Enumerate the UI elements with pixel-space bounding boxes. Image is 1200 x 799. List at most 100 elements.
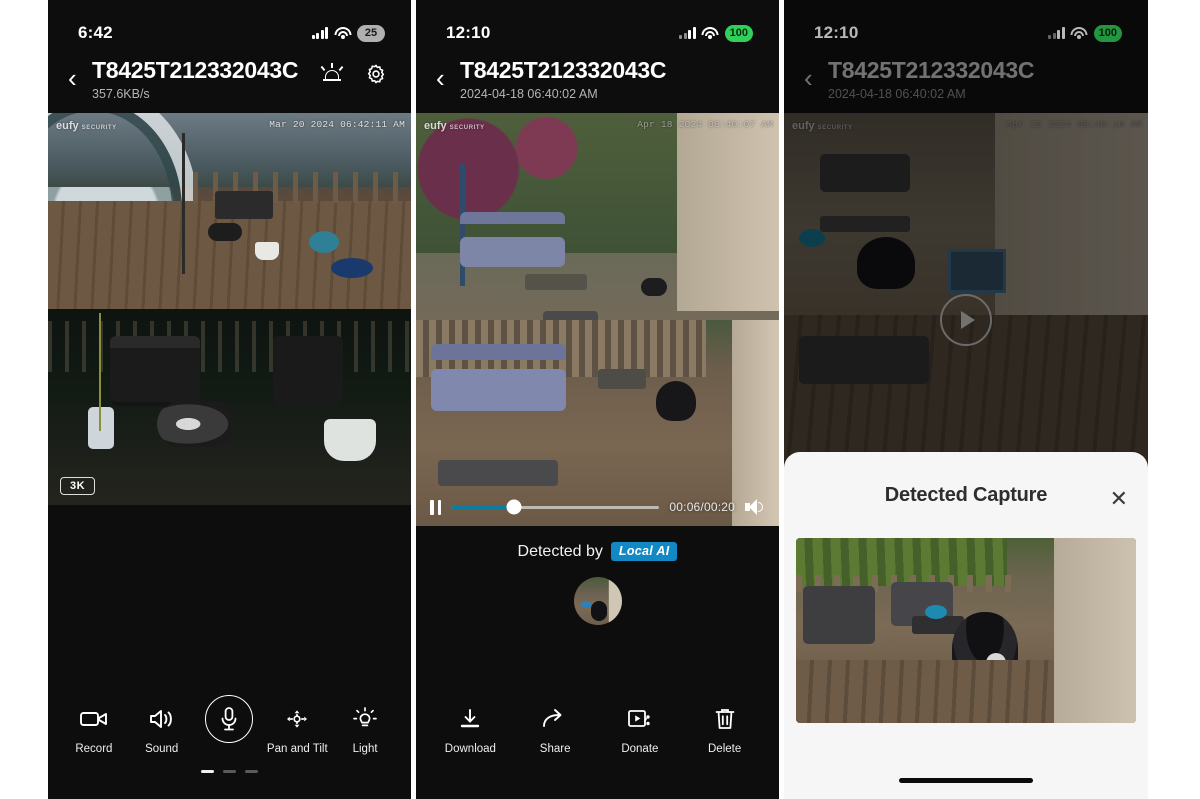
page-dot-2[interactable] [223,770,236,773]
sheet-title: Detected Capture [884,483,1048,506]
capture-siding [1054,538,1136,723]
microphone-icon[interactable] [205,695,254,743]
record-button[interactable]: Record [60,704,128,755]
eufy-watermark: eufy SECURITY [424,120,485,132]
speaker-icon[interactable] [745,498,765,516]
nav-bar-1: ‹ T8425T212332043C 357.6KB/s [48,52,411,113]
scene-dog-upper [641,278,668,297]
thumb-dog [590,601,607,621]
pan-tilt-label: Pan and Tilt [266,743,328,755]
battery-badge: 25 [357,24,385,42]
local-ai-badge: Local AI [610,542,678,561]
progress-knob[interactable] [506,499,522,515]
sound-label: Sound [145,743,179,755]
scene-planter-b [309,230,340,253]
sound-button[interactable]: Sound [128,704,196,755]
scene-tank [87,407,114,449]
scene-stem [98,312,101,431]
progress-fill [451,505,514,509]
scene-sofa [459,236,565,267]
eufy-watermark: eufy SECURITY [56,120,117,132]
close-icon[interactable]: ✕ [1110,488,1128,510]
gear-icon[interactable] [365,63,387,85]
detected-by-section: Detected by Local AI [416,526,779,625]
capture-chair-left [802,586,875,645]
status-time: 6:42 [78,23,113,42]
page-indicator[interactable] [48,770,411,773]
download-label: Download [444,743,496,755]
event-video-player[interactable]: eufy SECURITY Apr 18 2024 06:40:07 AM 00… [416,113,779,526]
scene-siding-right [677,113,779,312]
right-margin [1148,0,1200,799]
status-time: 12:10 [446,23,491,42]
panel-detected-capture: 12:10 100 ‹ T8425T212332043C 2024-04-18 … [784,0,1148,799]
scene-bbq [109,344,200,403]
scene-lower-dog [655,381,696,422]
bitrate-label: 357.6KB/s [92,87,150,101]
scene-table [524,274,587,291]
video-quality-badge[interactable]: 3K [60,477,96,495]
trash-icon [714,704,736,734]
camera-feed-primary[interactable]: eufy SECURITY Mar 20 2024 06:42:11 AM [48,113,411,309]
scene-umbrella [459,162,465,287]
delete-button[interactable]: Delete [690,704,760,755]
status-bar-1: 6:42 25 [48,0,411,52]
talk-button[interactable] [196,695,264,752]
page-title: T8425T212332043C [92,57,299,83]
live-controls-toolbar: Record Sound Pan and Tilt Light [48,690,411,799]
pan-tilt-button[interactable]: Pan and Tilt [263,704,331,755]
siren-icon[interactable] [320,63,344,85]
donate-button[interactable]: Donate [605,704,675,755]
panel-live-view: 6:42 25 ‹ T8425T212332043C 357.6KB/s euf… [48,0,411,799]
left-margin [0,0,48,799]
scene-pole [182,132,186,274]
page-dot-3[interactable] [245,770,258,773]
scene-pot [323,418,376,461]
download-button[interactable]: Download [435,704,505,755]
scene-cover [273,336,344,407]
camera-feed-secondary[interactable]: 3K [48,309,411,505]
video-camera-icon [79,704,108,734]
event-datetime: 2024-04-18 06:40:02 AM [460,87,598,101]
scene-dog [207,222,242,241]
scene-lower-table [597,369,646,390]
status-bar-2: 12:10 100 [416,0,779,52]
scene-night-rail [48,320,411,372]
video-scrubber-bar[interactable]: 00:06/00:20 [416,488,779,526]
panel-event-playback: 12:10 100 ‹ T8425T212332043C 2024-04-18 … [416,0,779,799]
scene-foliage [416,113,678,254]
nav-bar-2: ‹ T8425T212332043C 2024-04-18 06:40:02 A… [416,52,779,113]
detection-thumbnail[interactable] [573,577,622,625]
detected-capture-image[interactable] [796,538,1136,723]
event-actions-toolbar: Download Share Donate Delete [416,690,779,799]
share-button[interactable]: Share [520,704,590,755]
back-button[interactable]: ‹ [436,65,450,91]
page-dot-1[interactable] [201,770,214,773]
delete-label: Delete [708,743,742,755]
cellular-bars-icon [311,27,328,39]
wifi-icon [334,26,351,40]
wifi-icon [701,26,719,40]
share-label: Share [539,743,571,755]
detected-by-label: Detected by [517,542,603,560]
light-bulb-icon [352,704,378,734]
scene-planter-c [331,258,374,279]
pan-tilt-icon [282,704,312,734]
page-title: T8425T212332043C [460,57,667,83]
capture-bowl [925,604,948,619]
detected-capture-sheet: Detected Capture ✕ [784,452,1148,799]
pause-icon[interactable] [430,499,441,515]
battery-badge: 100 [724,24,753,42]
scene-bbq-lid [109,336,200,349]
light-button[interactable]: Light [331,704,399,755]
scene-planter-a [254,242,279,261]
scene-lower-chair [437,459,558,486]
camera-timestamp: Mar 20 2024 06:42:11 AM [269,119,405,130]
scene-lower-sofa [430,369,566,412]
donate-label: Donate [621,743,659,755]
record-label: Record [75,743,113,755]
back-button[interactable]: ‹ [68,65,82,91]
progress-track[interactable] [451,499,660,515]
scene-sofa-back [459,212,565,225]
home-indicator [899,778,1033,783]
